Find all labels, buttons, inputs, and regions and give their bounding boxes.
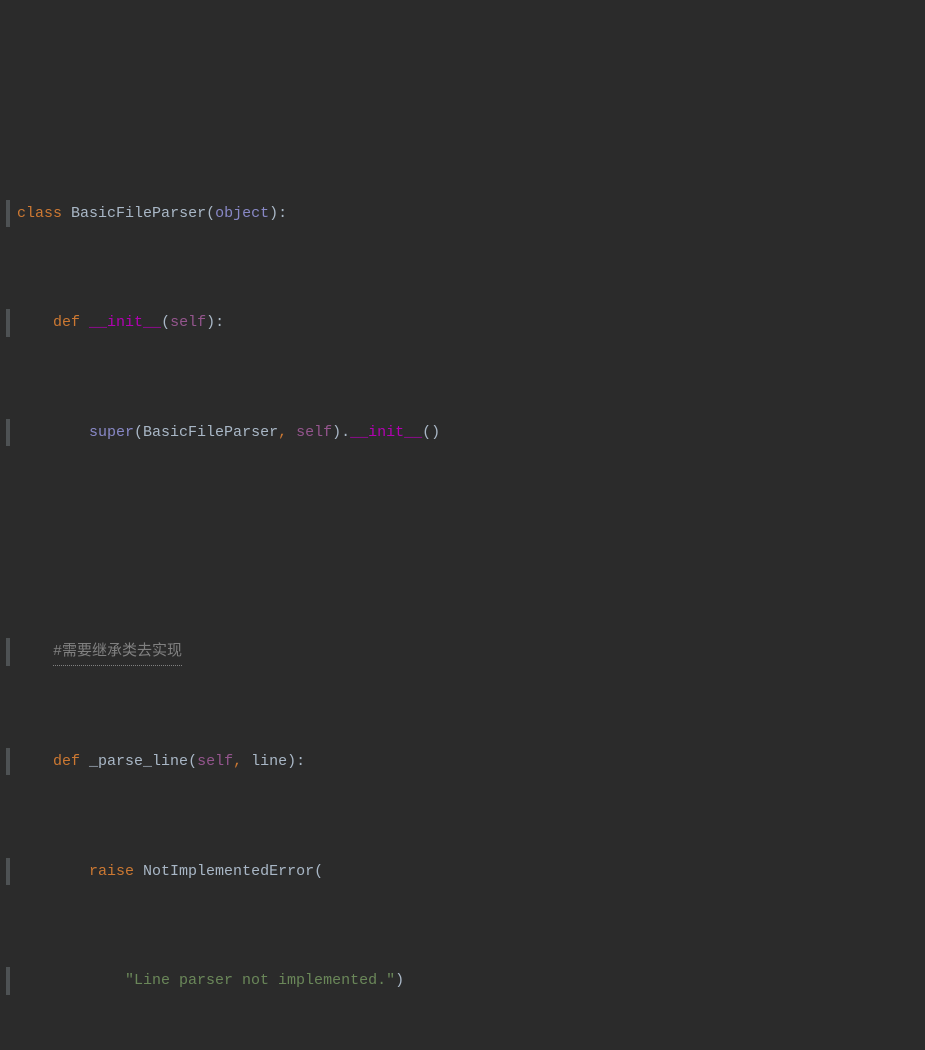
comment-cn: #需要继承类去实现: [53, 638, 182, 666]
code-line[interactable]: "Line parser not implemented."): [8, 967, 925, 994]
code-line[interactable]: def __init__(self):: [8, 309, 925, 336]
builtin-object: object: [215, 200, 269, 227]
exception-name: NotImplementedError: [143, 858, 314, 885]
keyword-raise: raise: [89, 858, 134, 885]
code-line[interactable]: class BasicFileParser(object):: [8, 200, 925, 227]
param: line: [251, 748, 287, 775]
param-self: self: [170, 309, 206, 336]
code-editor[interactable]: class BasicFileParser(object): def __ini…: [0, 110, 925, 1050]
builtin-super: super: [89, 419, 134, 446]
keyword-def: def: [53, 748, 80, 775]
code-line[interactable]: super(BasicFileParser, self).__init__(): [8, 419, 925, 446]
param-self: self: [197, 748, 233, 775]
param-self: self: [296, 419, 332, 446]
code-line-blank[interactable]: [8, 529, 925, 556]
string-literal: "Line parser not implemented.": [125, 967, 395, 994]
method-init: __init__: [350, 419, 422, 446]
keyword-class: class: [17, 200, 62, 227]
method-name: _parse_line: [89, 748, 188, 775]
code-line[interactable]: #需要继承类去实现: [8, 638, 925, 665]
class-name: BasicFileParser: [71, 200, 206, 227]
code-line[interactable]: raise NotImplementedError(: [8, 858, 925, 885]
code-line[interactable]: def _parse_line(self, line):: [8, 748, 925, 775]
method-init: __init__: [89, 309, 161, 336]
keyword-def: def: [53, 309, 80, 336]
